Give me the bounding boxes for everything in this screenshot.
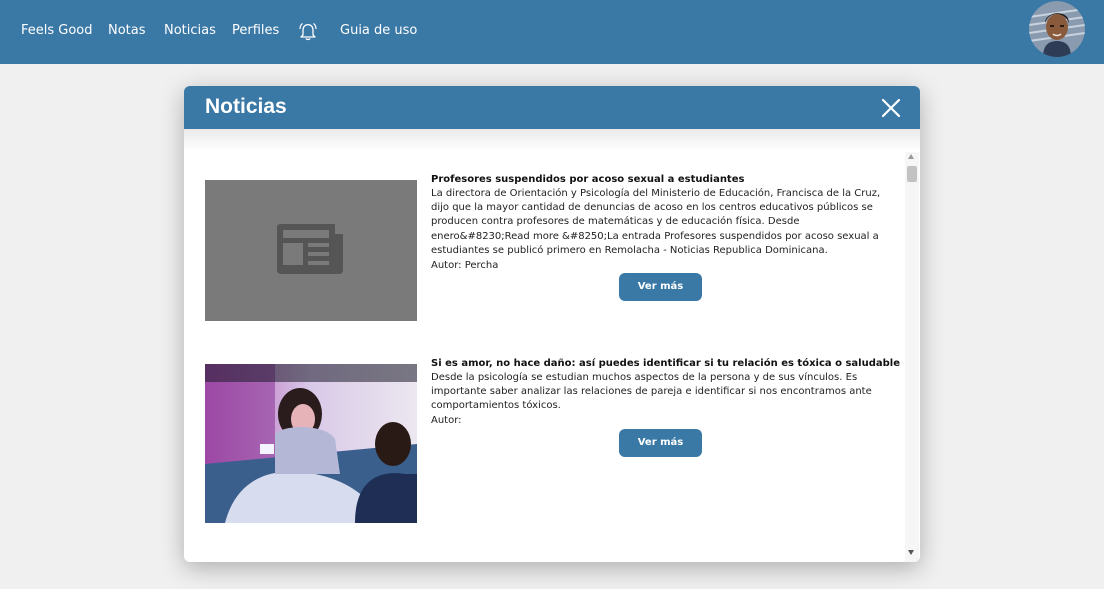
article-2-title: Si es amor, no hace daño: así puedes ide… xyxy=(431,358,900,369)
modal-scrollbar[interactable] xyxy=(905,152,919,562)
article-1-image xyxy=(205,180,417,321)
article-1-body: La directora de Orientación y Psicología… xyxy=(431,188,881,256)
article-1-author: Autor: Percha xyxy=(431,260,499,271)
top-navbar: Feels Good Notas Noticias Perfiles Guia … xyxy=(0,0,1104,64)
brand-link[interactable]: Feels Good xyxy=(21,22,93,40)
nav-guia-de-uso[interactable]: Guia de uso xyxy=(340,22,417,40)
nav-notas[interactable]: Notas xyxy=(108,22,146,40)
noticias-modal: Noticias Profesores suspendidos por acos… xyxy=(184,86,920,562)
nav-noticias[interactable]: Noticias xyxy=(164,22,216,40)
close-icon[interactable] xyxy=(880,97,902,119)
article-1-title: Profesores suspendidos por acoso sexual … xyxy=(431,174,745,185)
scroll-thumb[interactable] xyxy=(907,166,917,182)
article-1-ver-mas-button[interactable]: Ver más xyxy=(619,273,702,301)
article-2-ver-mas-button[interactable]: Ver más xyxy=(619,429,702,457)
scroll-up-arrow-icon[interactable] xyxy=(908,154,914,159)
article-2-author: Autor: xyxy=(431,415,462,426)
modal-title: Noticias xyxy=(205,95,287,118)
newspaper-icon xyxy=(277,224,343,274)
nav-perfiles[interactable]: Perfiles xyxy=(232,22,279,40)
scroll-down-arrow-icon[interactable] xyxy=(908,550,914,555)
article-2-body: Desde la psicología se estudian muchos a… xyxy=(431,372,872,412)
header-shadow xyxy=(184,129,920,151)
modal-header: Noticias xyxy=(184,86,920,129)
user-avatar[interactable] xyxy=(1029,1,1085,57)
bell-icon[interactable] xyxy=(298,21,318,41)
article-2-image xyxy=(205,364,417,523)
